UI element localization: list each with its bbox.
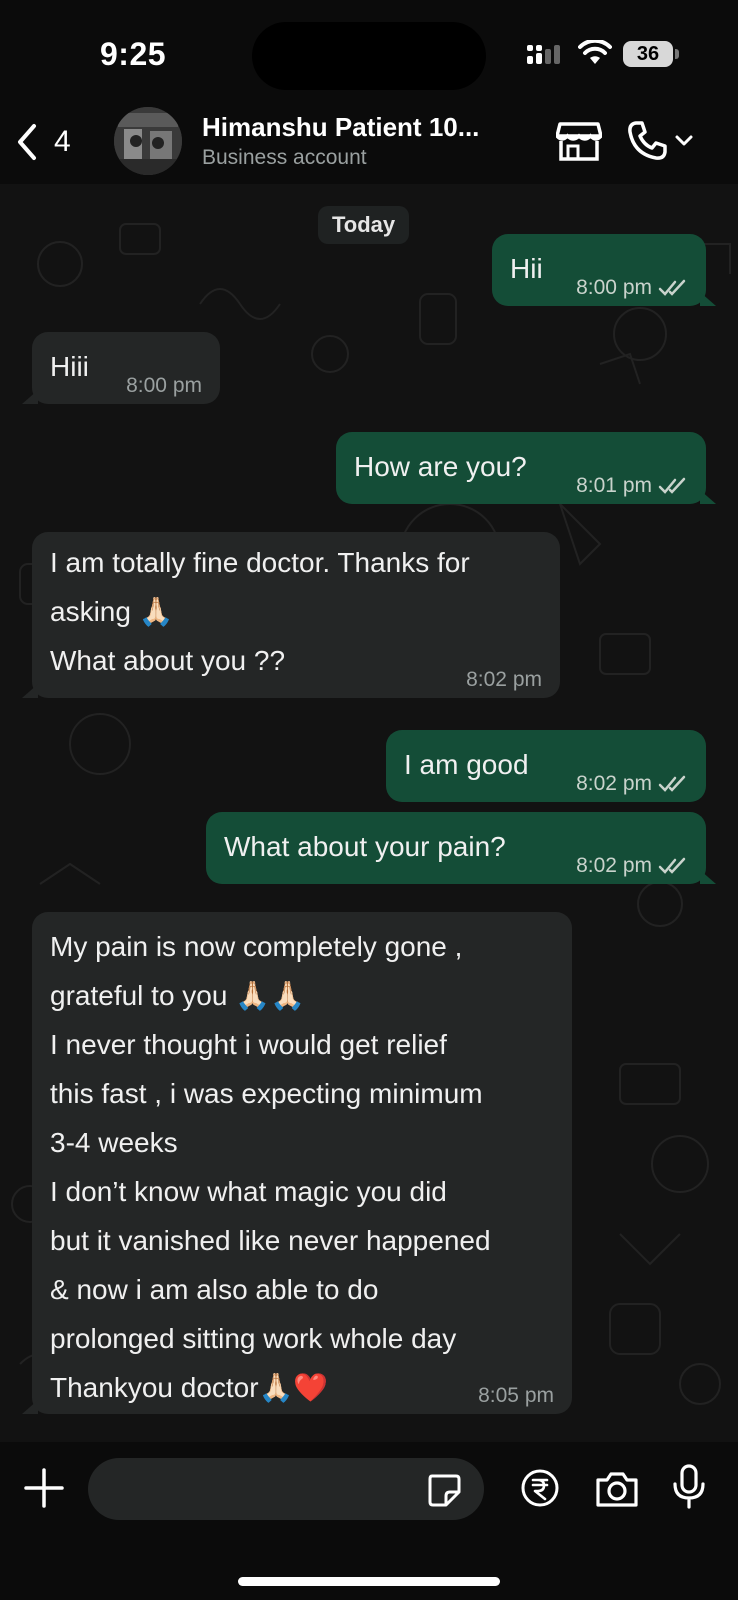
bubble-tail [22,684,38,698]
phone-icon [628,121,667,160]
camera-icon[interactable] [594,1470,640,1508]
contact-subtitle: Business account [202,146,367,169]
bubble-tail [700,292,716,306]
message-bubble-outgoing[interactable]: Hii 8:00 pm [492,234,716,306]
message-text: I am totally fine doctor. Thanks for ask… [50,547,470,676]
back-chevron-icon [18,124,36,160]
contact-name[interactable]: Himanshu Patient 10... [202,112,479,143]
message-time: 8:01 pm [576,474,652,497]
message-input-container[interactable] [88,1458,484,1522]
message-time: 8:00 pm [576,276,652,299]
message-text: My pain is now completely gone , gratefu… [50,931,491,1403]
message-bubble-incoming[interactable]: Hiii 8:00 pm [22,332,220,404]
message-text: Hiii [50,351,89,382]
message-text: How are you? [354,451,527,482]
message-text: What about your pain? [224,831,506,862]
message-meta: 8:02 pm [576,772,688,796]
bubble-tail [700,490,716,504]
store-icon[interactable] [556,120,602,162]
message-meta: 8:05 pm [478,1384,554,1408]
wifi-icon [578,40,612,64]
bubble-tail [22,390,38,404]
message-time: 8:02 pm [576,772,652,795]
home-indicator[interactable] [238,1577,500,1586]
message-text: Hii [510,253,543,284]
chevron-down-icon [675,135,693,146]
chat-area[interactable]: Today Hii 8:00 pm Hiii 8:00 pm How are y… [0,184,738,1442]
double-check-icon [658,477,686,494]
call-button[interactable] [626,120,694,162]
message-bubble-outgoing[interactable]: How are you? 8:01 pm [336,432,716,504]
dynamic-island [252,22,486,90]
bubble-tail [700,870,716,884]
sticker-icon[interactable] [426,1472,462,1508]
unread-count: 4 [54,125,71,158]
plus-icon[interactable] [24,1468,64,1508]
battery-indicator: 36 [623,41,673,67]
message-meta: 8:00 pm [576,276,688,300]
status-time: 9:25 [100,36,167,72]
message-meta: 8:02 pm [576,854,688,878]
message-time: 8:00 pm [126,374,202,397]
message-bubble-outgoing[interactable]: What about your pain? 8:02 pm [206,812,716,884]
message-time: 8:05 pm [478,1384,554,1407]
double-check-icon [658,857,686,874]
mic-icon[interactable] [672,1464,706,1510]
message-time: 8:02 pm [466,668,542,691]
message-bubble-incoming[interactable]: My pain is now completely gone , gratefu… [22,912,572,1414]
cellular-signal-icon [527,45,560,64]
message-meta: 8:01 pm [576,474,688,498]
message-bubble-outgoing[interactable]: I am good 8:02 pm [386,730,706,802]
avatar-photo [114,107,182,175]
avatar[interactable] [114,107,182,175]
message-text: I am good [404,749,529,780]
double-check-icon [658,775,686,792]
chat-header: 4 Himanshu Patient 10... Business accoun… [0,100,738,184]
battery-tip [675,49,679,59]
double-check-icon [658,279,686,296]
date-divider: Today [318,206,410,244]
message-meta: 8:02 pm [466,668,542,692]
message-time: 8:02 pm [576,854,652,877]
message-input[interactable] [108,1458,412,1522]
message-bubble-incoming[interactable]: I am totally fine doctor. Thanks for ask… [22,532,560,698]
bubble-tail [22,1400,38,1414]
message-meta: 8:00 pm [126,374,202,398]
status-bar: 9:25 36 [0,0,738,100]
back-button[interactable]: 4 [14,122,71,162]
rupee-icon[interactable] [520,1468,560,1508]
